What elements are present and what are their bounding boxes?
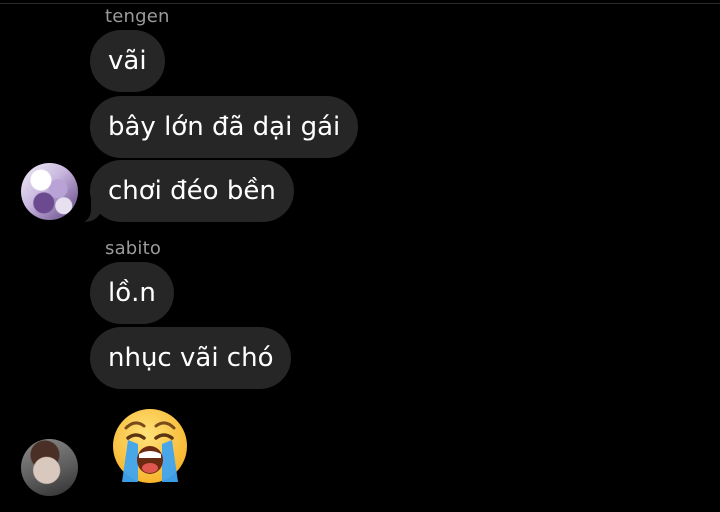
sender-name-tengen: tengen — [105, 6, 170, 27]
message-bubble[interactable]: vãi — [90, 30, 165, 92]
top-divider — [0, 3, 720, 4]
chat-screen: tengen vãi bây lớn đã dại gái chơi đéo b… — [0, 0, 720, 512]
loudly-crying-face-icon[interactable] — [108, 404, 192, 488]
message-text: nhục vãi chó — [108, 343, 274, 373]
anime-girl-avatar[interactable] — [21, 163, 78, 220]
message-bubble[interactable]: chơi đéo bền — [71, 160, 294, 224]
message-text: lồ.n — [108, 278, 156, 308]
message-bubble[interactable]: lồ.n — [90, 262, 174, 324]
message-text: chơi đéo bền — [108, 176, 276, 206]
message-bubble[interactable]: nhục vãi chó — [90, 327, 292, 389]
person-photo-avatar[interactable] — [21, 439, 78, 496]
message-text: vãi — [108, 46, 147, 76]
message-bubble[interactable]: bây lớn đã dại gái — [90, 96, 359, 158]
sender-name-sabito: sabito — [105, 238, 162, 259]
message-text: bây lớn đã dại gái — [108, 112, 341, 142]
